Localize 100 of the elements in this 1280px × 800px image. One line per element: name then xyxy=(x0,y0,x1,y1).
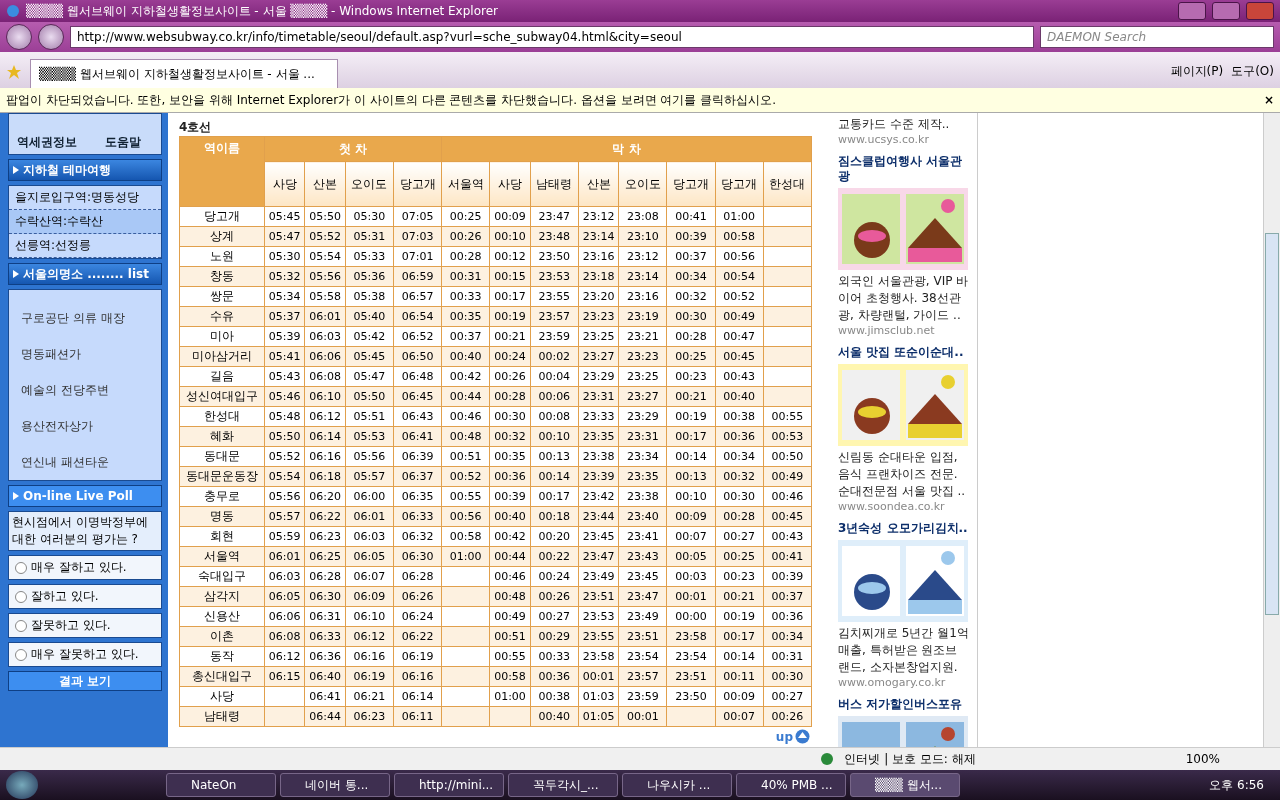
taskbar-item[interactable]: 40% PMB ... xyxy=(736,773,846,797)
ad-title[interactable]: 짐스클럽여행사 서울관광 xyxy=(838,154,969,184)
poll-option[interactable]: 잘못하고 있다. xyxy=(8,613,162,638)
station-cell: 미아삼거리 xyxy=(179,346,265,367)
ad-url[interactable]: www.ucsys.co.kr xyxy=(838,133,969,146)
up-link[interactable]: up xyxy=(775,729,810,744)
table-header: 첫 차 xyxy=(264,136,442,162)
page-menu[interactable]: 페이지(P) xyxy=(1170,63,1224,88)
taskbar-item[interactable]: http://mini... xyxy=(394,773,504,797)
table-header: 막 차 xyxy=(441,136,812,162)
ad-description: 외국인 서울관광, VIP 바이어 초청행사. 38선관광, 차량랜털, 가이드 .. xyxy=(838,273,969,324)
column-header: 사당 xyxy=(489,161,531,207)
ad-title[interactable]: 서울 맛집 또순이순대.. xyxy=(838,345,969,360)
taskbar-item[interactable]: NateOn xyxy=(166,773,276,797)
theme-item[interactable]: 수락산역:수락산 xyxy=(9,210,161,234)
poll-option[interactable]: 잘하고 있다. xyxy=(8,584,162,609)
station-cell: 회현 xyxy=(179,526,265,547)
poll-option[interactable]: 매우 잘하고 있다. xyxy=(8,555,162,580)
attraction-link[interactable]: 구로공단 의류 매장 xyxy=(9,300,161,336)
ad-description: 교통카드 수준 제작.. xyxy=(838,116,951,133)
start-button[interactable] xyxy=(6,771,38,799)
radio-button[interactable] xyxy=(15,590,27,603)
ad-url[interactable]: www.soondea.co.kr xyxy=(838,500,969,513)
column-header: 당고개 xyxy=(393,161,442,207)
ad-url[interactable]: www.jimsclub.net xyxy=(838,324,969,337)
station-cell: 동작 xyxy=(179,646,265,667)
attraction-link[interactable]: 예술의 전당주변 xyxy=(9,372,161,408)
info-bar-message[interactable]: 팝업이 차단되었습니다. 또한, 보안을 위해 Internet Explorer가 이 사이트의 다른 콘텐츠를 차단했습니다. 옵션을 보려면 여기를 클릭하십시오. xyxy=(6,91,1258,109)
line-title: 4호선 xyxy=(179,119,213,136)
station-cell: 서울역 xyxy=(179,546,265,567)
station-cell: 쌍문 xyxy=(179,286,265,307)
station-cell: 길음 xyxy=(179,366,265,387)
attraction-link[interactable]: 연신내 패션타운 xyxy=(9,444,161,480)
browser-logo-icon xyxy=(6,4,20,18)
station-cell: 총신대입구 xyxy=(179,666,265,687)
station-cell: 당고개 xyxy=(179,206,265,227)
theme-item[interactable]: 선릉역:선정릉 xyxy=(9,234,161,258)
browser-tab[interactable]: ▒▒▒▒ 웹서브웨이 지하철생활정보사이트 - 서울 ... xyxy=(30,59,338,88)
station-cell: 삼각지 xyxy=(179,586,265,607)
search-field[interactable]: DAEMON Search xyxy=(1040,26,1274,48)
station-cell: 숙대입구 xyxy=(179,566,265,587)
station-cell: 신용산 xyxy=(179,606,265,627)
column-header: 산본 xyxy=(578,161,619,207)
column-header: 당고개 xyxy=(715,161,764,207)
station-cell: 상계 xyxy=(179,226,265,247)
section-header: 서울의명소 ........ list xyxy=(8,263,162,285)
maximize-button[interactable] xyxy=(1212,2,1240,20)
sidebar-link[interactable]: 역세권정보 xyxy=(9,134,85,154)
station-cell: 사당 xyxy=(179,686,265,707)
info-bar-close[interactable]: × xyxy=(1263,93,1274,107)
triangle-icon xyxy=(13,270,19,278)
ad-url[interactable]: www.omogary.co.kr xyxy=(838,676,969,689)
column-header: 오이도 xyxy=(345,161,394,207)
taskbar-item[interactable]: 네이버 통... xyxy=(280,773,390,797)
column-header: 서울역 xyxy=(441,161,490,207)
station-cell: 성신여대입구 xyxy=(179,386,265,407)
globe-icon xyxy=(820,752,835,766)
minimize-button[interactable] xyxy=(1178,2,1206,20)
radio-button[interactable] xyxy=(15,561,27,574)
tools-menu[interactable]: 도구(O) xyxy=(1231,63,1274,88)
ad-title[interactable]: 버스 저가할인버스포유 xyxy=(838,697,969,712)
forward-button[interactable] xyxy=(38,24,64,50)
ad-description: 김치찌개로 5년간 월1억 매출, 특허받은 원조브랜드, 소자본창업지원. xyxy=(838,625,969,676)
station-cell: 명동 xyxy=(179,506,265,527)
attraction-link[interactable]: 용산전자상가 xyxy=(9,408,161,444)
radio-button[interactable] xyxy=(15,648,27,661)
station-cell: 수유 xyxy=(179,306,265,327)
table-header: 역이름 xyxy=(179,136,265,207)
station-cell: 한성대 xyxy=(179,406,265,427)
attraction-link[interactable]: 명동패션가 xyxy=(9,336,161,372)
favorites-star-icon[interactable] xyxy=(6,64,22,80)
back-button[interactable] xyxy=(6,24,32,50)
column-header: 당고개 xyxy=(666,161,716,207)
zoom-level[interactable]: 100% xyxy=(1185,752,1220,766)
station-cell: 남태령 xyxy=(179,706,265,727)
scrollbar[interactable] xyxy=(1263,113,1280,747)
station-cell: 동대문 xyxy=(179,446,265,467)
sidebar-link[interactable]: 도움말 xyxy=(85,134,161,154)
window-title: ▒▒▒▒ 웹서브웨이 지하철생활정보사이트 - 서울 ▒▒▒▒ - Windows Internet Explorer xyxy=(26,2,499,20)
taskbar-item[interactable]: 꼭두각시_... xyxy=(508,773,618,797)
station-cell: 창동 xyxy=(179,266,265,287)
radio-button[interactable] xyxy=(15,619,27,632)
poll-header: On-line Live Poll xyxy=(8,485,162,507)
poll-question: 현시점에서 이명박정부에 대한 여러분의 평가는 ? xyxy=(8,511,162,551)
station-cell: 충무로 xyxy=(179,486,265,507)
station-cell: 혜화 xyxy=(179,426,265,447)
column-header: 사당 xyxy=(264,161,305,207)
close-button[interactable] xyxy=(1246,2,1274,20)
triangle-icon xyxy=(13,166,19,174)
ad-title[interactable]: 3년숙성 오모가리김치.. xyxy=(838,521,969,536)
section-header: 지하철 테마여행 xyxy=(8,159,162,181)
triangle-icon xyxy=(13,492,19,500)
station-cell: 동대문운동장 xyxy=(179,466,265,487)
security-zone: 인터넷 | 보호 모드: 해제 xyxy=(844,750,976,768)
poll-option[interactable]: 매우 잘못하고 있다. xyxy=(8,642,162,667)
taskbar-item[interactable]: 나우시카 ... xyxy=(622,773,732,797)
address-field[interactable]: http://www.websubway.co.kr/info/timetable/seoul/default.asp?vurl=sche_subway04.html&city=seoul xyxy=(70,26,1034,48)
taskbar-item[interactable]: ▒▒▒ 웹서... xyxy=(850,773,960,797)
station-cell: 미아 xyxy=(179,326,265,347)
column-header: 오이도 xyxy=(618,161,667,207)
